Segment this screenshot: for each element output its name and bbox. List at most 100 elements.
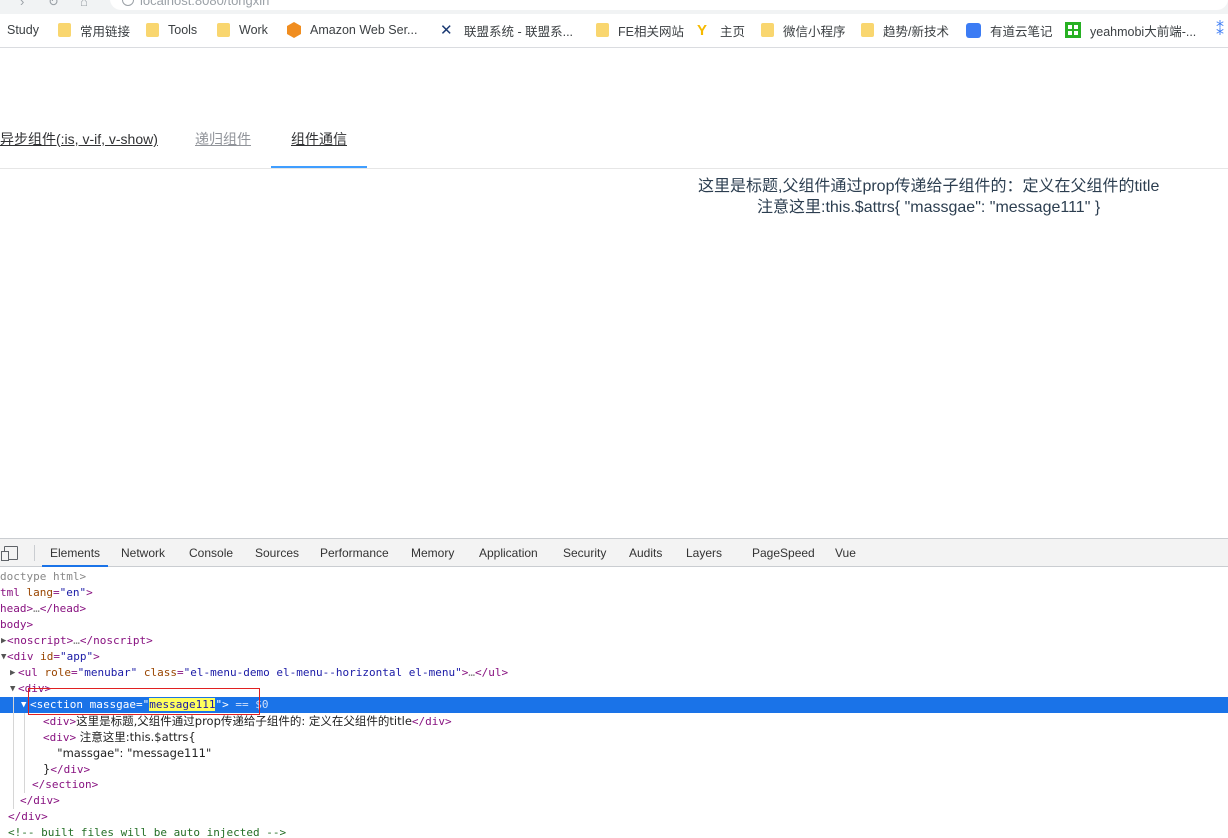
el-menu-horizontal: 异步组件(:is, v-if, v-show) 递归组件 组件通信 (0, 110, 1228, 169)
div-app-value: "app" (60, 650, 94, 663)
folder-icon (146, 23, 159, 37)
bookmark-trend[interactable]: 趋势/新技术 (861, 14, 949, 46)
tab-vue[interactable]: Vue (835, 539, 856, 567)
bookmark-label: Tools (168, 23, 198, 37)
bookmark-label: 常用链接 (80, 24, 131, 39)
grid-icon (1065, 22, 1081, 38)
indent-guide (24, 713, 25, 793)
tree-row-child-div-title[interactable]: <div>这里是标题,父组件通过prop传递给子组件的: 定义在父组件的titl… (0, 713, 1228, 729)
tab-pagespeed[interactable]: PageSpeed (752, 539, 815, 567)
menu-item-communication[interactable]: 组件通信 (271, 110, 367, 168)
html-attr-value: "en" (59, 586, 87, 599)
tree-row-div-app[interactable]: ▼ <div id="app"> (0, 649, 1228, 665)
tree-row-head[interactable]: head>…</head> (0, 601, 1228, 617)
more-bookmarks-icon[interactable]: ⁑ (1216, 20, 1228, 40)
bookmark-youdao[interactable]: 有道云笔记 (966, 14, 1053, 46)
tree-row-div-app-close[interactable]: </div> (0, 809, 1228, 825)
bookmark-changyong[interactable]: 常用链接 (58, 14, 130, 46)
tab-audits[interactable]: Audits (629, 539, 662, 567)
tree-row-child-div-attrs[interactable]: <div> 注意这里:this.$attrs{ (0, 729, 1228, 745)
bookmarks-bar: Study 常用链接 Tools Work Amazon Web Ser... … (0, 14, 1228, 48)
home-icon[interactable]: ⌂ (80, 0, 88, 9)
collapse-triangle-icon[interactable]: ▼ (1, 649, 6, 665)
menu-item-recursive[interactable]: 递归组件 (195, 110, 251, 168)
folder-icon (761, 23, 774, 37)
bookmark-label: Study (7, 23, 39, 37)
bookmark-home[interactable]: Y 主页 (697, 14, 745, 46)
bookmark-label: yeahmobi大前端-... (1090, 24, 1197, 39)
expand-triangle-icon[interactable]: ▶ (10, 665, 15, 681)
tree-row-comment[interactable]: <!-- built files will be auto injected -… (0, 825, 1228, 838)
html-attr: lang (26, 586, 54, 599)
div-app-attr: id (40, 650, 54, 663)
bookmark-label: Amazon Web Ser... (310, 23, 418, 37)
tab-memory[interactable]: Memory (411, 539, 454, 567)
tree-row-div-close[interactable]: </div> (0, 793, 1228, 809)
child1-close-tag: </div> (411, 715, 452, 728)
attrs-text: 注意这里:this.$attrs{ "massgae": "message111… (757, 199, 1101, 216)
ul-attr-class: class (143, 666, 177, 679)
ul-close-tag: </ul> (475, 666, 509, 679)
x-logo-icon: ✕ (440, 22, 453, 39)
ul-class-value: "el-menu-demo el-menu--horizontal el-men… (183, 666, 462, 679)
bookmark-label: 趋势/新技术 (883, 24, 949, 39)
collapse-triangle-icon[interactable]: ▼ (10, 681, 15, 697)
ul-tag: <ul (18, 666, 38, 679)
menu-item-async[interactable]: 异步组件(:is, v-if, v-show) (0, 110, 158, 168)
tree-row-section-selected[interactable]: ▼ <section massgae="message111"> == $0 (0, 697, 1228, 713)
url-field[interactable] (110, 0, 1228, 10)
child1-open-tag: <div> (43, 715, 77, 728)
tab-elements[interactable]: Elements (42, 539, 109, 567)
bookmark-wechat[interactable]: 微信小程序 (761, 14, 846, 46)
devtools-panel: Elements Network Console Sources Perform… (0, 538, 1228, 838)
section-attr-value-highlight: message111 (149, 698, 216, 711)
device-toggle-icon[interactable] (1, 546, 18, 561)
bookmark-work[interactable]: Work (217, 14, 268, 46)
elements-tree: doctype html> tml lang="en"> head>…</hea… (0, 569, 1228, 838)
expand-triangle-icon[interactable]: ▶ (1, 633, 6, 649)
bookmark-fe[interactable]: FE相关网站 (596, 14, 684, 46)
folder-icon (217, 23, 230, 37)
folder-icon (861, 23, 874, 37)
tree-row-child-div-attrs-end: }</div> (0, 761, 1228, 777)
ul-attr-role: role (44, 666, 72, 679)
noscript-ellipsis: … (73, 634, 80, 647)
tree-row-ul[interactable]: ▶ <ul role="menubar" class="el-menu-demo … (0, 665, 1228, 681)
tab-performance[interactable]: Performance (320, 539, 389, 567)
bookmark-yeahmobi[interactable]: yeahmobi大前端-... (1065, 14, 1196, 46)
url-text[interactable]: localhost:8080/tongxin (140, 0, 269, 8)
tab-layers[interactable]: Layers (686, 539, 722, 567)
doctype-text: doctype html> (0, 570, 87, 583)
tree-row-body[interactable]: body> (0, 617, 1228, 633)
section-quote-close: "> (215, 698, 229, 711)
tab-network[interactable]: Network (121, 539, 165, 567)
child2-open-tag: <div> (43, 731, 77, 744)
bookmark-label: 联盟系统 - 联盟系... (464, 24, 574, 39)
bookmark-study[interactable]: Study (7, 14, 39, 46)
tab-application[interactable]: Application (479, 539, 538, 567)
head-ellipsis: … (33, 602, 40, 615)
bookmark-lianmeng[interactable]: ✕ 联盟系统 - 联盟系... (440, 14, 573, 46)
reload-icon[interactable]: ↻ (48, 0, 59, 10)
menu-item-label: 异步组件(:is, v-if, v-show) (0, 131, 158, 147)
collapse-triangle-icon[interactable]: ▼ (21, 697, 26, 713)
div-close-tag: </div> (20, 794, 60, 807)
tab-console[interactable]: Console (189, 539, 233, 567)
bookmark-label: 微信小程序 (783, 24, 846, 39)
tree-row-section-close[interactable]: </section> (0, 777, 1228, 793)
divider (34, 545, 35, 561)
tree-row-div[interactable]: ▼ <div> (0, 681, 1228, 697)
tree-row-noscript[interactable]: ▶ <noscript>…</noscript> (0, 633, 1228, 649)
child2-text-line1: 注意这里:this.$attrs{ (76, 730, 196, 744)
forward-icon[interactable]: › (20, 0, 24, 9)
child2-close-tag: </div> (50, 763, 91, 776)
devtools-tabbar: Elements Network Console Sources Perform… (0, 539, 1228, 567)
noscript-tag: <noscript> (7, 634, 74, 647)
tab-sources[interactable]: Sources (255, 539, 299, 567)
bookmark-aws[interactable]: Amazon Web Ser... (287, 14, 417, 46)
div-open-tag: <div> (18, 682, 52, 695)
tab-security[interactable]: Security (563, 539, 606, 567)
tree-row-html[interactable]: tml lang="en"> (0, 585, 1228, 601)
bookmark-tools[interactable]: Tools (146, 14, 197, 46)
tree-row-doctype[interactable]: doctype html> (0, 569, 1228, 585)
